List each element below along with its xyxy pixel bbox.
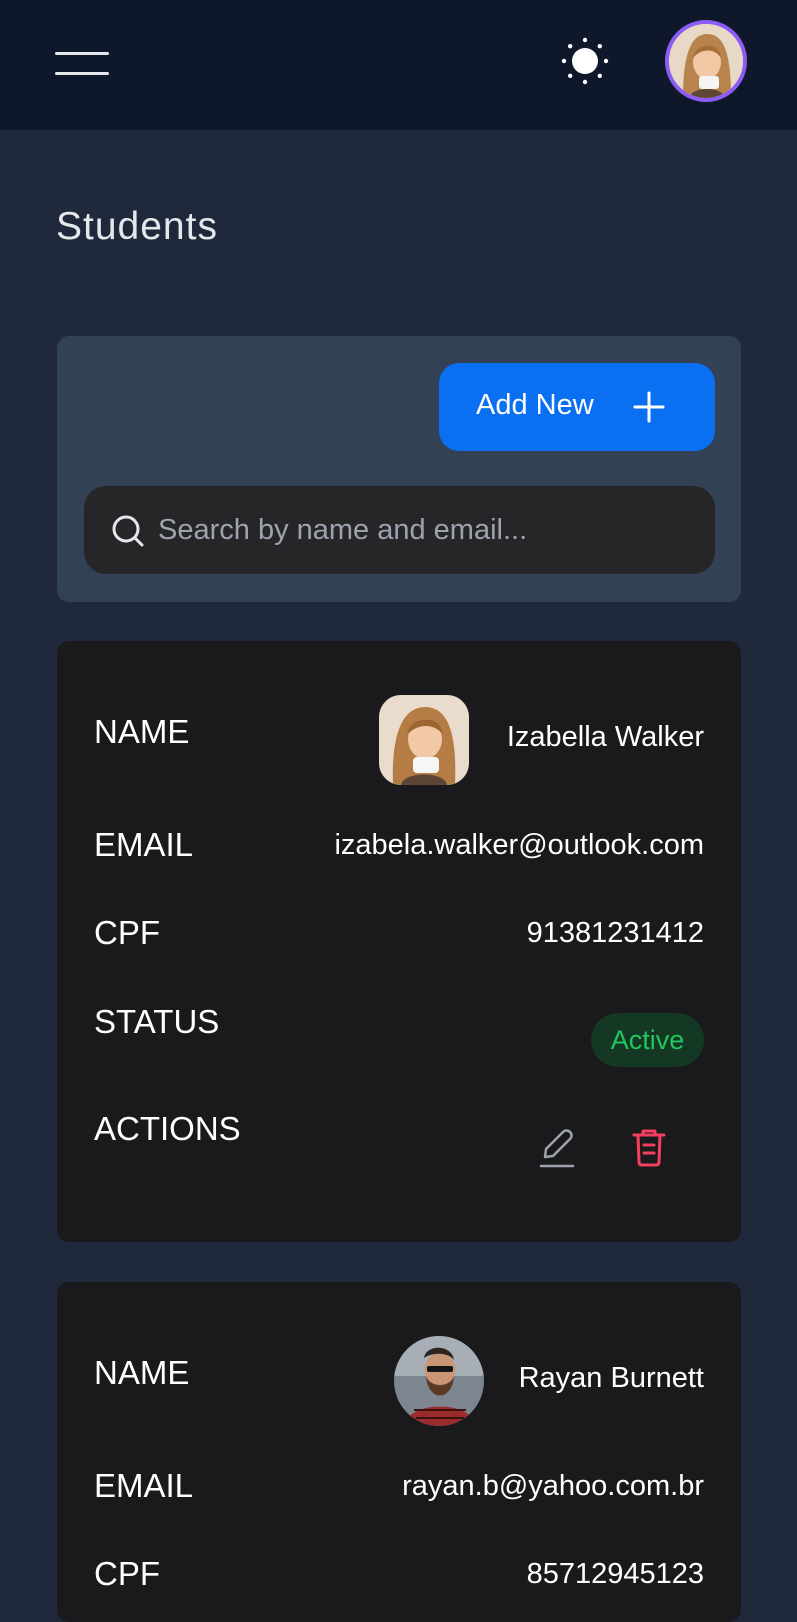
- page-title: Students: [56, 205, 218, 248]
- name-label: NAME: [94, 713, 190, 750]
- student-card: NAME Rayan Burnett EMAIL rayan.b@yahoo.c…: [57, 1282, 741, 1622]
- students-toolbar: Add New: [57, 336, 741, 602]
- add-new-label: Add New: [476, 389, 594, 421]
- add-new-button[interactable]: Add New: [439, 363, 715, 451]
- name-label: NAME: [94, 1354, 190, 1391]
- student-cpf: 91381231412: [526, 917, 704, 949]
- student-name: Izabella Walker: [506, 721, 704, 753]
- student-cpf: 85712945123: [526, 1558, 704, 1590]
- trash-icon[interactable]: [629, 1126, 669, 1168]
- student-name: Rayan Burnett: [518, 1362, 704, 1394]
- plus-icon: [633, 391, 665, 423]
- search-icon: [112, 515, 144, 547]
- student-email: izabela.walker@outlook.com: [334, 829, 704, 861]
- top-bar: [0, 0, 797, 130]
- student-email: rayan.b@yahoo.com.br: [402, 1470, 704, 1502]
- email-label: EMAIL: [94, 1467, 194, 1504]
- search-input[interactable]: [158, 506, 678, 554]
- status-label: STATUS: [94, 1003, 220, 1040]
- cpf-label: CPF: [94, 914, 160, 951]
- actions-label: ACTIONS: [94, 1110, 241, 1147]
- student-card: NAME Izabella Walker EMAIL izabela.walke…: [57, 641, 741, 1242]
- student-avatar: [394, 1336, 484, 1426]
- cpf-label: CPF: [94, 1555, 160, 1592]
- search-box: [84, 486, 715, 574]
- status-badge: Active: [591, 1013, 704, 1067]
- hamburger-menu-icon[interactable]: [55, 50, 109, 76]
- student-avatar: [379, 695, 469, 785]
- email-label: EMAIL: [94, 826, 194, 863]
- pencil-icon[interactable]: [537, 1127, 577, 1169]
- user-avatar[interactable]: [665, 20, 747, 102]
- sun-icon[interactable]: [560, 36, 610, 86]
